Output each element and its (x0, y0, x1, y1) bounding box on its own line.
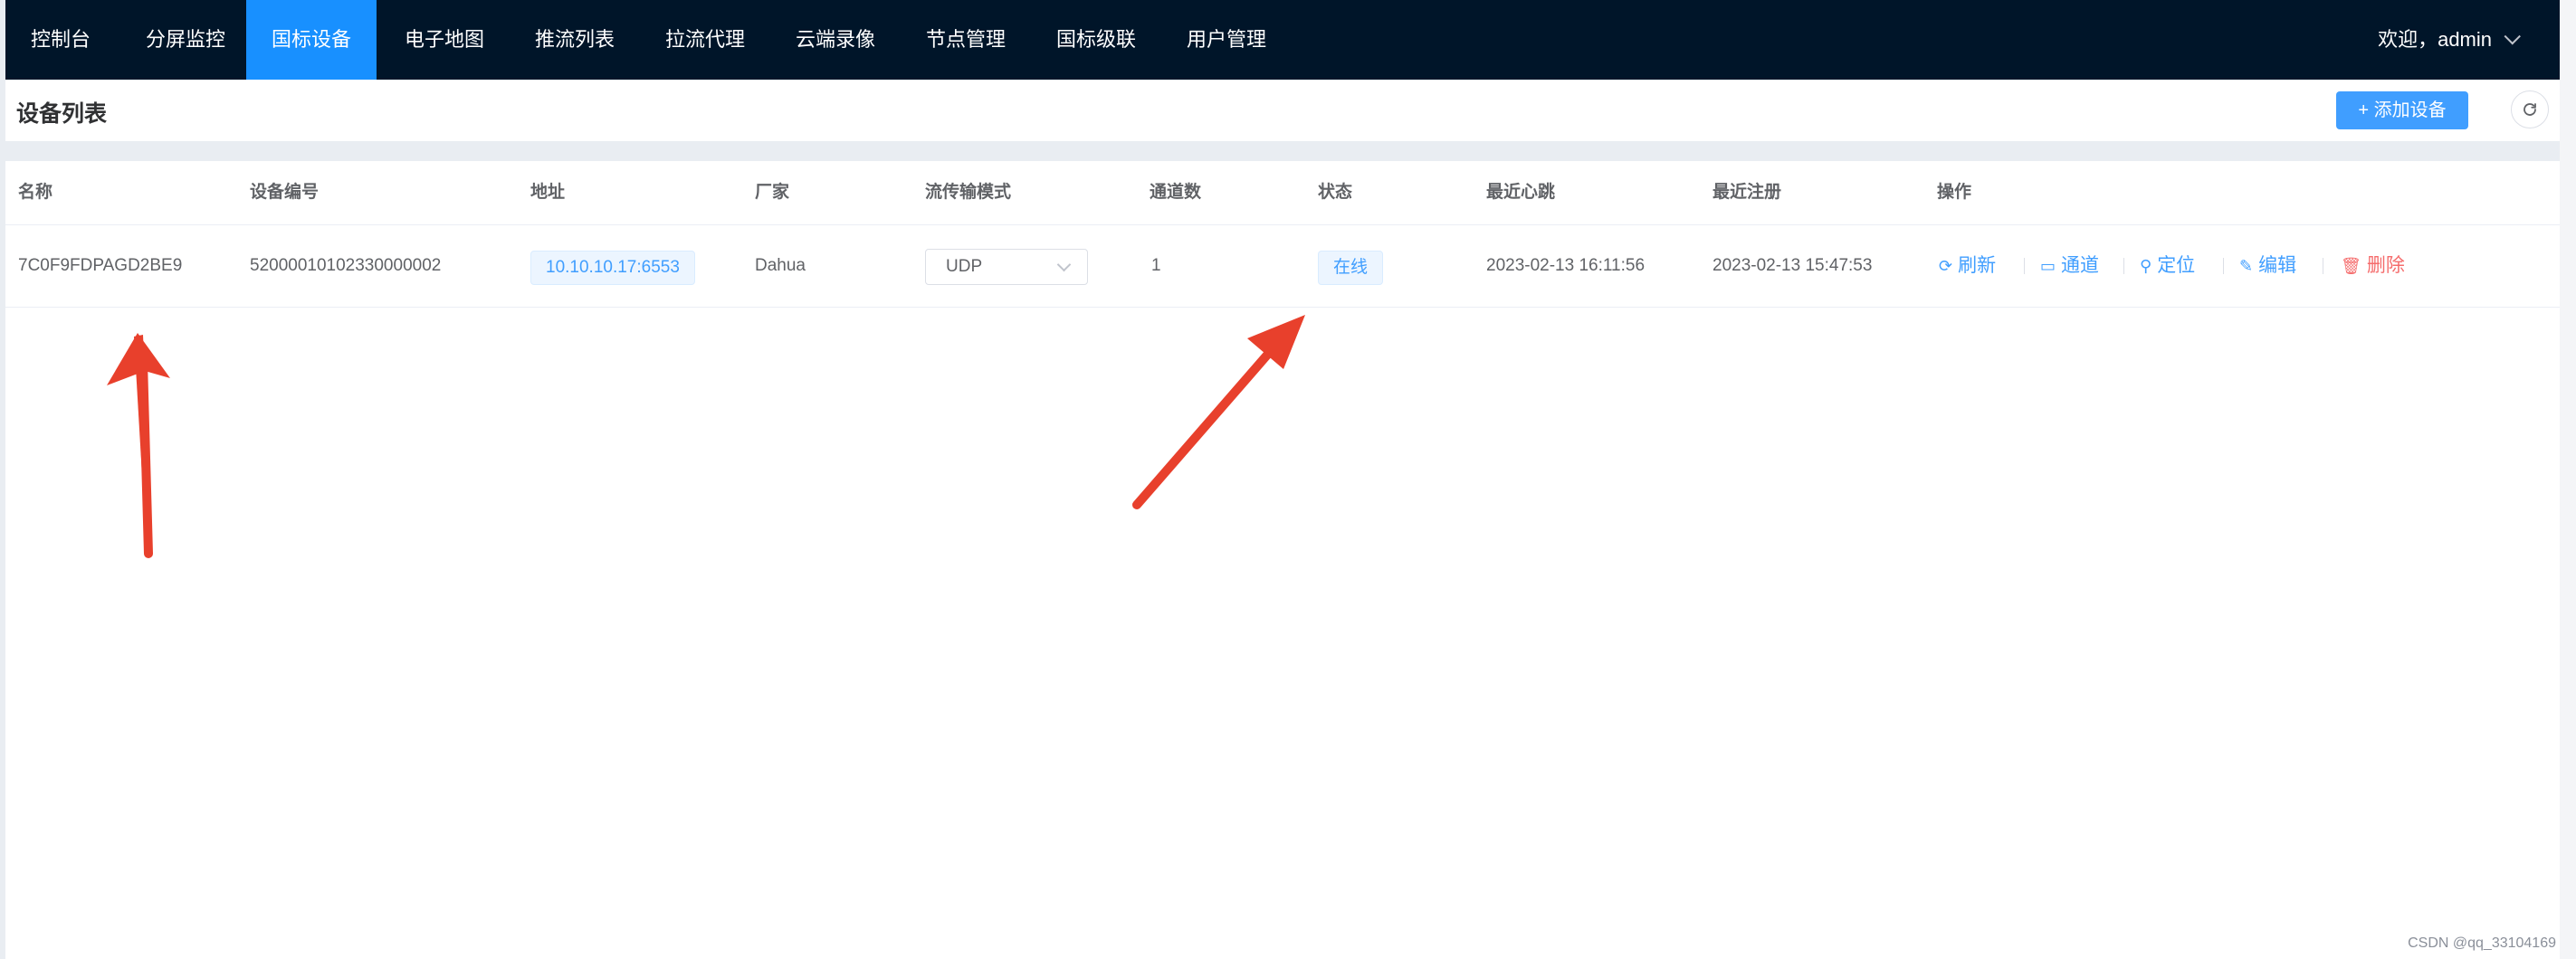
watermark: CSDN @qq_33104169 (2408, 935, 2556, 951)
annotation-arrow-status (1132, 315, 1305, 509)
annotation-arrow-name (107, 333, 170, 558)
annotation-arrows (107, 315, 1305, 558)
